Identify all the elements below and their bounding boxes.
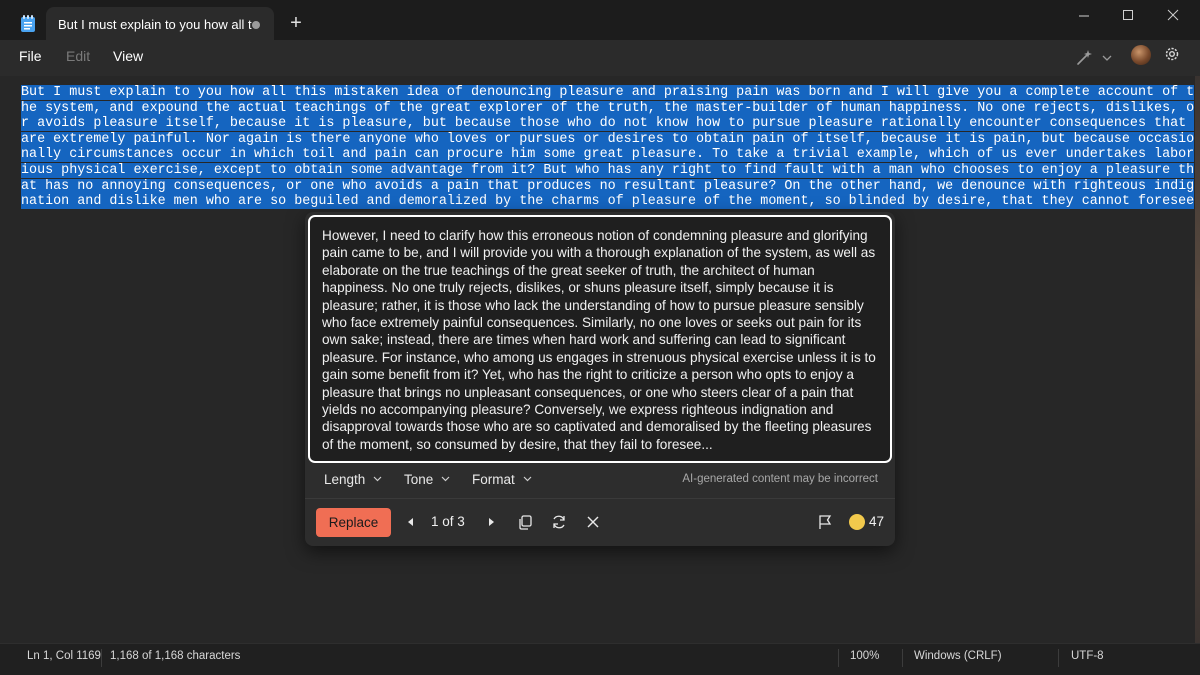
length-dropdown[interactable]: Length [324, 472, 382, 487]
length-label: Length [324, 472, 366, 487]
chevron-down-icon [373, 476, 382, 482]
menu-file[interactable]: File [19, 48, 42, 64]
notepad-icon [21, 15, 35, 32]
chevron-down-icon [441, 476, 450, 482]
previous-icon[interactable] [402, 513, 420, 531]
maximize-button[interactable] [1117, 6, 1139, 26]
scrollbar-track[interactable] [1195, 76, 1200, 643]
selected-text[interactable]: But I must explain to you how all this m… [21, 85, 1195, 210]
text-editor[interactable]: But I must explain to you how all this m… [0, 76, 1200, 643]
replace-button[interactable]: Replace [316, 508, 391, 537]
credits-coin-icon [849, 514, 865, 530]
rewrite-panel: However, I need to clarify how this erro… [305, 212, 895, 546]
format-dropdown[interactable]: Format [472, 472, 532, 487]
tone-label: Tone [404, 472, 434, 487]
character-count: 1,168 of 1,168 characters [110, 650, 241, 662]
gear-icon[interactable] [1163, 45, 1181, 63]
status-separator [902, 649, 903, 667]
status-separator [101, 649, 102, 667]
status-separator [838, 649, 839, 667]
new-tab-button[interactable]: + [286, 13, 306, 33]
close-icon[interactable] [584, 513, 602, 531]
ai-disclaimer: AI-generated content may be incorrect [682, 473, 878, 485]
next-icon[interactable] [482, 513, 500, 531]
account-avatar[interactable] [1131, 45, 1151, 65]
chevron-down-icon [523, 476, 532, 482]
status-bar: Ln 1, Col 1169 1,168 of 1,168 characters… [0, 643, 1200, 675]
close-window-button[interactable] [1162, 6, 1184, 26]
tab-title: But I must explain to you how all t [58, 17, 252, 32]
zoom-level[interactable]: 100% [850, 650, 879, 662]
cursor-position: Ln 1, Col 1169 [27, 650, 101, 662]
flag-icon[interactable] [816, 513, 834, 531]
rewrite-suggestion[interactable]: However, I need to clarify how this erro… [308, 215, 892, 463]
copilot-rewrite-button[interactable] [1075, 46, 1115, 70]
unsaved-indicator-icon[interactable] [252, 21, 260, 29]
title-bar: But I must explain to you how all t + [0, 0, 1200, 40]
menu-view[interactable]: View [113, 48, 143, 64]
status-separator [1058, 649, 1059, 667]
line-ending[interactable]: Windows (CRLF) [914, 650, 1002, 662]
encoding[interactable]: UTF-8 [1071, 650, 1104, 662]
editor-content[interactable]: But I must explain to you how all this m… [21, 85, 1195, 210]
menu-edit[interactable]: Edit [66, 48, 90, 64]
regenerate-icon[interactable] [550, 513, 568, 531]
tone-dropdown[interactable]: Tone [404, 472, 450, 487]
credits-count: 47 [869, 514, 885, 529]
minimize-button[interactable] [1073, 6, 1095, 26]
copy-icon[interactable] [516, 513, 534, 531]
format-label: Format [472, 472, 515, 487]
suggestion-pager: 1 of 3 [431, 514, 465, 529]
document-tab[interactable]: But I must explain to you how all t [46, 7, 274, 40]
menu-bar: File Edit View [0, 40, 1200, 76]
panel-divider [305, 498, 895, 499]
